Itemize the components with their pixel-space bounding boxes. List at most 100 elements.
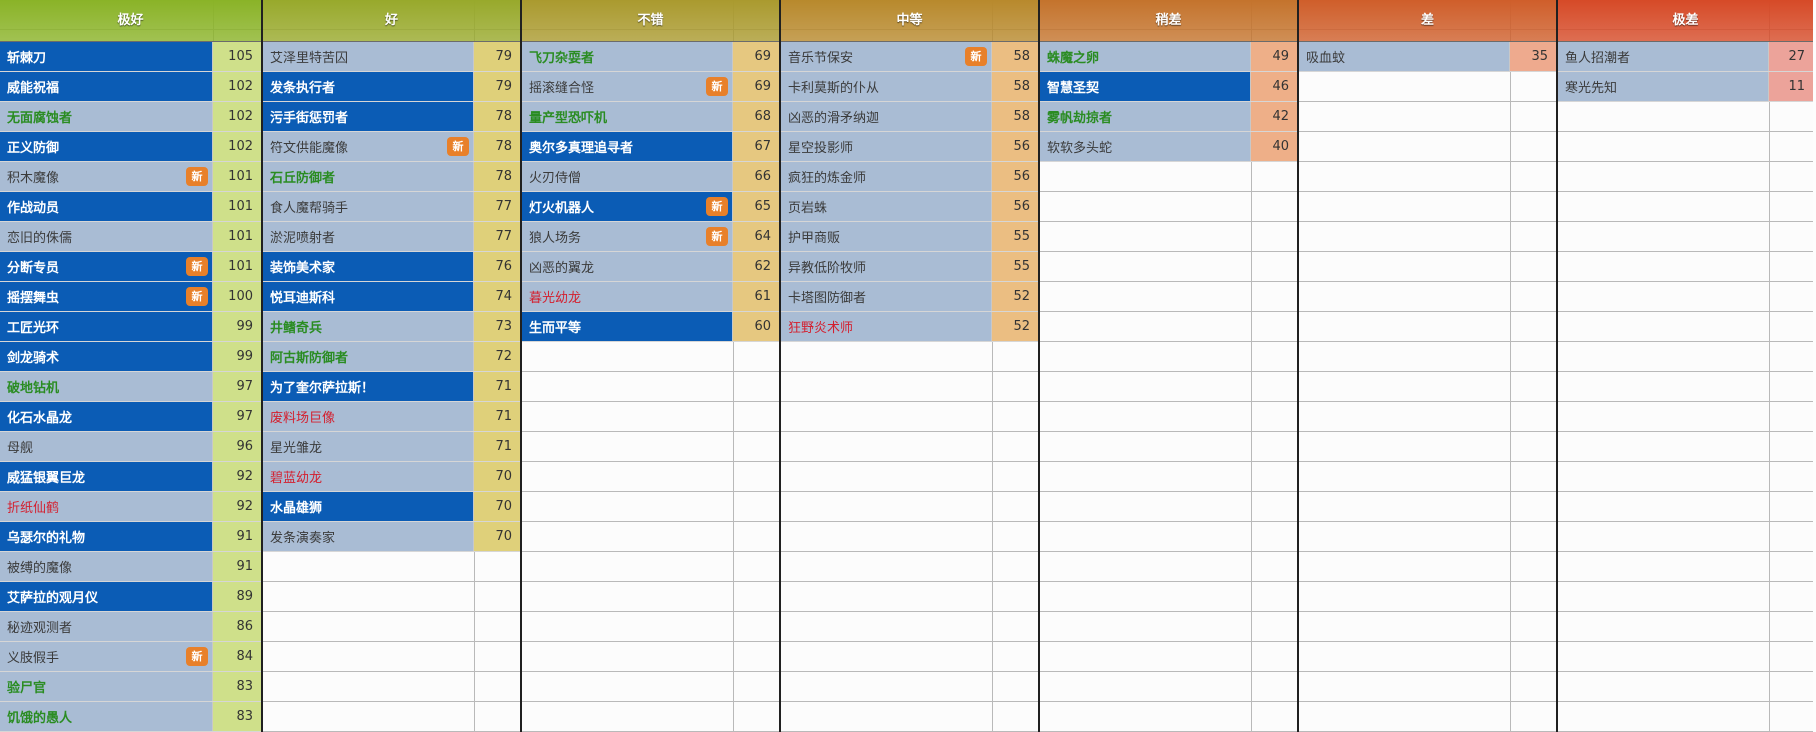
card-name-cell[interactable]: 分断专员 新: [0, 252, 213, 281]
card-row[interactable]: 星光雏龙 71: [263, 432, 520, 462]
card-name-cell[interactable]: 验尸官: [0, 672, 213, 701]
card-row[interactable]: 无面腐蚀者 102: [0, 102, 261, 132]
card-row[interactable]: 积木魔像 新 101: [0, 162, 261, 192]
card-name-cell[interactable]: 生而平等: [522, 312, 733, 341]
card-name-cell[interactable]: 破地钻机: [0, 372, 213, 401]
card-row[interactable]: 碧蓝幼龙 70: [263, 462, 520, 492]
card-name-cell[interactable]: 狂野炎术师: [781, 312, 992, 341]
card-name-cell[interactable]: 卡塔图防御者: [781, 282, 992, 311]
card-row[interactable]: 智慧圣契 46: [1040, 72, 1297, 102]
card-name-cell[interactable]: 乌瑟尔的礼物: [0, 522, 213, 551]
card-name-cell[interactable]: 量产型恐吓机: [522, 102, 733, 131]
card-name-cell[interactable]: 废料场巨像: [263, 402, 474, 431]
card-name-cell[interactable]: 飞刀杂耍者: [522, 42, 733, 71]
card-row[interactable]: 发条演奏家 70: [263, 522, 520, 552]
card-row[interactable]: 装饰美术家 76: [263, 252, 520, 282]
card-row[interactable]: 斩棘刀 105: [0, 42, 261, 72]
card-row[interactable]: 狂野炎术师 52: [781, 312, 1038, 342]
card-name-cell[interactable]: 凶恶的滑矛纳迦: [781, 102, 992, 131]
card-name-cell[interactable]: 护甲商贩: [781, 222, 992, 251]
card-name-cell[interactable]: 义肢假手 新: [0, 642, 213, 671]
card-row[interactable]: 飞刀杂耍者 69: [522, 42, 779, 72]
card-row[interactable]: 鱼人招潮者 27: [1558, 42, 1813, 72]
card-row[interactable]: 阿古斯防御者 72: [263, 342, 520, 372]
card-row[interactable]: 井鳍奇兵 73: [263, 312, 520, 342]
card-name-cell[interactable]: 被缚的魔像: [0, 552, 213, 581]
card-name-cell[interactable]: 奥尔多真理追寻者: [522, 132, 733, 161]
card-name-cell[interactable]: 恋旧的侏儒: [0, 222, 213, 251]
card-row[interactable]: 石丘防御者 78: [263, 162, 520, 192]
card-row[interactable]: 符文供能魔像 新 78: [263, 132, 520, 162]
card-name-cell[interactable]: 星空投影师: [781, 132, 992, 161]
card-row[interactable]: 生而平等 60: [522, 312, 779, 342]
card-name-cell[interactable]: 威猛银翼巨龙: [0, 462, 213, 491]
card-row[interactable]: 母舰 96: [0, 432, 261, 462]
card-row[interactable]: 摇摆舞虫 新 100: [0, 282, 261, 312]
card-row[interactable]: 悦耳迪斯科 74: [263, 282, 520, 312]
card-name-cell[interactable]: 疯狂的炼金师: [781, 162, 992, 191]
card-row[interactable]: 被缚的魔像 91: [0, 552, 261, 582]
card-row[interactable]: 蛛魔之卵 49: [1040, 42, 1297, 72]
card-name-cell[interactable]: 狼人场务 新: [522, 222, 733, 251]
card-row[interactable]: 艾萨拉的观月仪 89: [0, 582, 261, 612]
card-row[interactable]: 水晶雄狮 70: [263, 492, 520, 522]
card-name-cell[interactable]: 阿古斯防御者: [263, 342, 474, 371]
card-row[interactable]: 义肢假手 新 84: [0, 642, 261, 672]
card-name-cell[interactable]: 发条演奏家: [263, 522, 474, 551]
card-row[interactable]: 卡利莫斯的仆从 58: [781, 72, 1038, 102]
card-name-cell[interactable]: 水晶雄狮: [263, 492, 474, 521]
card-name-cell[interactable]: 正义防御: [0, 132, 213, 161]
card-row[interactable]: 灯火机器人 新 65: [522, 192, 779, 222]
card-name-cell[interactable]: 井鳍奇兵: [263, 312, 474, 341]
card-name-cell[interactable]: 无面腐蚀者: [0, 102, 213, 131]
card-row[interactable]: 作战动员 101: [0, 192, 261, 222]
card-name-cell[interactable]: 发条执行者: [263, 72, 474, 101]
card-name-cell[interactable]: 折纸仙鹤: [0, 492, 213, 521]
card-row[interactable]: 暮光幼龙 61: [522, 282, 779, 312]
card-name-cell[interactable]: 火刃侍僧: [522, 162, 733, 191]
card-name-cell[interactable]: 音乐节保安 新: [781, 42, 992, 71]
card-name-cell[interactable]: 威能祝福: [0, 72, 213, 101]
card-row[interactable]: 秘迹观测者 86: [0, 612, 261, 642]
card-name-cell[interactable]: 秘迹观测者: [0, 612, 213, 641]
card-row[interactable]: 奥尔多真理追寻者 67: [522, 132, 779, 162]
card-name-cell[interactable]: 碧蓝幼龙: [263, 462, 474, 491]
card-row[interactable]: 雾帆劫掠者 42: [1040, 102, 1297, 132]
card-name-cell[interactable]: 母舰: [0, 432, 213, 461]
card-name-cell[interactable]: 为了奎尔萨拉斯！: [263, 372, 474, 401]
card-name-cell[interactable]: 摇摆舞虫 新: [0, 282, 213, 311]
card-name-cell[interactable]: 工匠光环: [0, 312, 213, 341]
card-row[interactable]: 寒光先知 11: [1558, 72, 1813, 102]
card-row[interactable]: 疯狂的炼金师 56: [781, 162, 1038, 192]
card-name-cell[interactable]: 符文供能魔像 新: [263, 132, 474, 161]
card-name-cell[interactable]: 艾泽里特苦囚: [263, 42, 474, 71]
card-row[interactable]: 音乐节保安 新 58: [781, 42, 1038, 72]
card-row[interactable]: 星空投影师 56: [781, 132, 1038, 162]
card-row[interactable]: 异教低阶牧师 55: [781, 252, 1038, 282]
card-name-cell[interactable]: 饥饿的愚人: [0, 702, 213, 731]
card-name-cell[interactable]: 雾帆劫掠者: [1040, 102, 1251, 131]
card-name-cell[interactable]: 污手街惩罚者: [263, 102, 474, 131]
card-row[interactable]: 分断专员 新 101: [0, 252, 261, 282]
card-name-cell[interactable]: 卡利莫斯的仆从: [781, 72, 992, 101]
card-row[interactable]: 火刃侍僧 66: [522, 162, 779, 192]
card-row[interactable]: 软软多头蛇 40: [1040, 132, 1297, 162]
card-row[interactable]: 乌瑟尔的礼物 91: [0, 522, 261, 552]
card-row[interactable]: 狼人场务 新 64: [522, 222, 779, 252]
card-row[interactable]: 饥饿的愚人 83: [0, 702, 261, 732]
card-row[interactable]: 淤泥喷射者 77: [263, 222, 520, 252]
card-row[interactable]: 吸血蚊 35: [1299, 42, 1556, 72]
card-name-cell[interactable]: 装饰美术家: [263, 252, 474, 281]
card-name-cell[interactable]: 灯火机器人 新: [522, 192, 733, 221]
card-row[interactable]: 量产型恐吓机 68: [522, 102, 779, 132]
card-row[interactable]: 凶恶的滑矛纳迦 58: [781, 102, 1038, 132]
card-row[interactable]: 验尸官 83: [0, 672, 261, 702]
card-name-cell[interactable]: 悦耳迪斯科: [263, 282, 474, 311]
card-row[interactable]: 食人魔帮骑手 77: [263, 192, 520, 222]
card-name-cell[interactable]: 吸血蚊: [1299, 42, 1510, 71]
card-row[interactable]: 化石水晶龙 97: [0, 402, 261, 432]
card-name-cell[interactable]: 暮光幼龙: [522, 282, 733, 311]
card-name-cell[interactable]: 淤泥喷射者: [263, 222, 474, 251]
card-name-cell[interactable]: 石丘防御者: [263, 162, 474, 191]
card-name-cell[interactable]: 软软多头蛇: [1040, 132, 1251, 161]
